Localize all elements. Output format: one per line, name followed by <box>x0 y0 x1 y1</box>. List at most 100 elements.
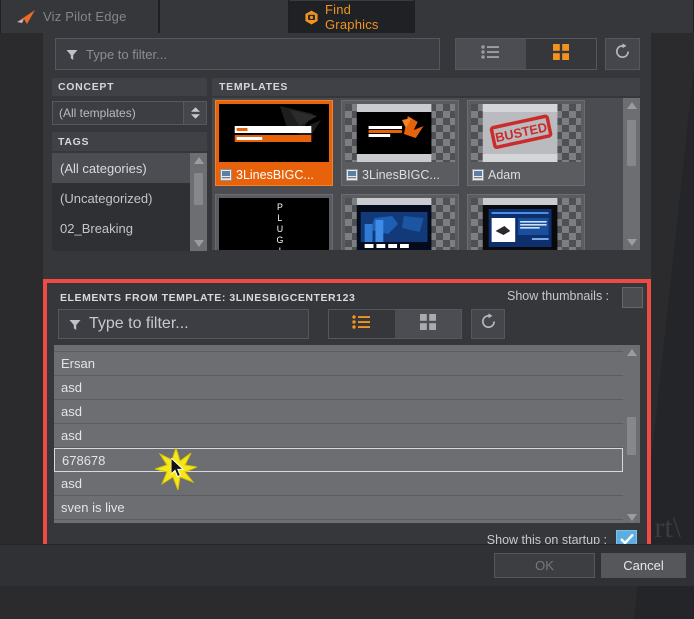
tab-empty[interactable] <box>159 0 289 33</box>
tab-label: Viz Pilot Edge <box>43 9 127 24</box>
grid-view-icon <box>553 43 569 65</box>
svg-text:L: L <box>277 213 282 223</box>
elements-dialog-title: ELEMENTS FROM TEMPLATE: 3LINESBIGCENTER1… <box>60 292 356 304</box>
elements-refresh-button[interactable] <box>471 309 505 339</box>
svg-text:P: P <box>277 202 283 212</box>
concept-selected-value: (All templates) <box>59 106 136 120</box>
template-card[interactable] <box>467 194 585 250</box>
funnel-icon <box>69 318 81 330</box>
arrow-logo-icon <box>15 9 37 25</box>
elements-search-placeholder: Type to filter... <box>89 315 189 332</box>
funnel-icon <box>66 48 78 60</box>
svg-text:U: U <box>277 224 283 234</box>
grid-view-button[interactable] <box>526 39 596 69</box>
show-thumbnails-label: Show thumbnails : <box>507 289 610 303</box>
list-view-icon <box>481 44 501 64</box>
svg-text:I: I <box>279 246 281 250</box>
tab-viz-pilot-edge[interactable]: Viz Pilot Edge <box>0 0 159 33</box>
tags-list[interactable]: (All categories) (Uncategorized) 02_Brea… <box>52 153 207 251</box>
tab-label: Find Graphics <box>325 2 379 32</box>
tag-item[interactable]: 02_Breaking <box>52 213 207 243</box>
templates-grid: 3LinesBIGC... 3LinesBIGC... BUSTED Adam … <box>212 100 623 250</box>
triangle-up-icon[interactable] <box>190 153 207 168</box>
elements-list-view-button[interactable] <box>329 310 395 338</box>
triangle-up-icon[interactable] <box>623 98 640 113</box>
template-card[interactable]: 3LinesBIGC... <box>215 100 333 186</box>
dialog-button-bar: OK Cancel <box>0 544 694 586</box>
templates-grid-area[interactable]: 3LinesBIGC... 3LinesBIGC... BUSTED Adam … <box>212 98 640 250</box>
grid-view-icon <box>420 313 436 335</box>
list-item[interactable]: Ersan <box>54 352 623 376</box>
template-label: 3LinesBIGC... <box>362 168 440 182</box>
template-thumbnail: BUSTED <box>471 104 581 162</box>
list-item[interactable]: asd <box>54 472 623 496</box>
template-card[interactable]: BUSTED Adam <box>467 100 585 186</box>
spinner-updown-icon[interactable] <box>183 102 206 124</box>
templates-scroll-thumb[interactable] <box>627 120 636 166</box>
refresh-icon <box>614 43 631 65</box>
tab-find-graphics[interactable]: Find Graphics <box>289 0 414 33</box>
refresh-icon <box>480 313 497 335</box>
elements-search-input[interactable]: Type to filter... <box>58 309 309 339</box>
view-toggle-group <box>455 38 597 70</box>
triangle-up-icon[interactable] <box>623 345 640 360</box>
template-thumbnail <box>219 104 329 162</box>
list-item[interactable]: asd <box>54 424 623 448</box>
list-item[interactable]: sven is live <box>54 496 623 520</box>
template-label: Adam <box>488 168 521 182</box>
list-item-selected[interactable]: 678678 <box>54 448 623 472</box>
list-view-button[interactable] <box>456 39 526 69</box>
concept-header: CONCEPT <box>52 78 207 96</box>
cancel-button[interactable]: Cancel <box>601 553 686 578</box>
tags-header: TAGS <box>52 132 207 151</box>
search-toolbar: Type to filter... <box>55 38 640 70</box>
triangle-down-icon[interactable] <box>623 235 640 250</box>
mouse-cursor <box>170 456 185 478</box>
refresh-button[interactable] <box>605 38 640 70</box>
template-thumbnail: P L U G I <box>219 198 329 250</box>
tab-bar-filler <box>414 0 694 33</box>
background-watermark: rt\ <box>654 511 681 544</box>
elements-toolbar: Type to filter... <box>58 309 637 339</box>
tag-item[interactable]: (Uncategorized) <box>52 183 207 213</box>
tags-scroll-thumb[interactable] <box>194 173 203 205</box>
template-thumbnail <box>471 198 581 250</box>
application-window: Viz Pilot Edge Find Graphics Type to fil… <box>0 0 694 619</box>
tab-bar: Viz Pilot Edge Find Graphics <box>0 0 694 33</box>
elements-dialog: ELEMENTS FROM TEMPLATE: 3LINESBIGCENTER1… <box>43 279 651 561</box>
tag-item[interactable]: (All categories) <box>52 153 207 183</box>
template-card-label-row: 3LinesBIGC... <box>342 165 458 185</box>
search-input[interactable]: Type to filter... <box>55 38 440 70</box>
list-item[interactable]: asd <box>54 400 623 424</box>
find-graphics-icon <box>304 10 319 25</box>
elements-grid-view-button[interactable] <box>395 310 461 338</box>
list-item[interactable]: asd <box>54 376 623 400</box>
templates-scrollbar[interactable] <box>623 98 640 250</box>
template-label: 3LinesBIGC... <box>236 168 314 182</box>
svg-text:G: G <box>276 235 283 245</box>
template-card[interactable]: 3LinesBIGC... <box>341 100 459 186</box>
tags-scrollbar[interactable] <box>190 153 207 251</box>
template-card[interactable] <box>341 194 459 250</box>
show-thumbnails-checkbox[interactable] <box>622 287 643 308</box>
template-card[interactable]: P L U G I <box>215 194 333 250</box>
template-card-label-row: 3LinesBIGC... <box>216 165 332 185</box>
elements-list[interactable]: Ersan asd asd asd 678678 asd sven is liv… <box>54 345 640 525</box>
search-placeholder: Type to filter... <box>86 46 167 62</box>
template-doc-icon <box>472 169 484 181</box>
ok-button[interactable]: OK <box>494 553 595 578</box>
triangle-down-icon[interactable] <box>190 236 207 251</box>
template-doc-icon <box>220 169 232 181</box>
template-thumbnail <box>345 104 455 162</box>
list-spacer-row <box>54 345 623 352</box>
elements-rows: Ersan asd asd asd 678678 asd sven is liv… <box>54 345 623 525</box>
concept-section: CONCEPT (All templates) TAGS (All catego… <box>52 78 207 251</box>
template-card-label-row: Adam <box>468 165 584 185</box>
templates-header: TEMPLATES <box>212 78 640 96</box>
elements-scroll-thumb[interactable] <box>627 417 636 455</box>
templates-section: TEMPLATES 3LinesBIGC... 3LinesBIGC... BU… <box>212 78 640 250</box>
concept-select[interactable]: (All templates) <box>52 101 207 125</box>
elements-scrollbar[interactable] <box>623 345 640 525</box>
template-thumbnail <box>345 198 455 250</box>
elements-view-toggle-group <box>328 309 462 339</box>
